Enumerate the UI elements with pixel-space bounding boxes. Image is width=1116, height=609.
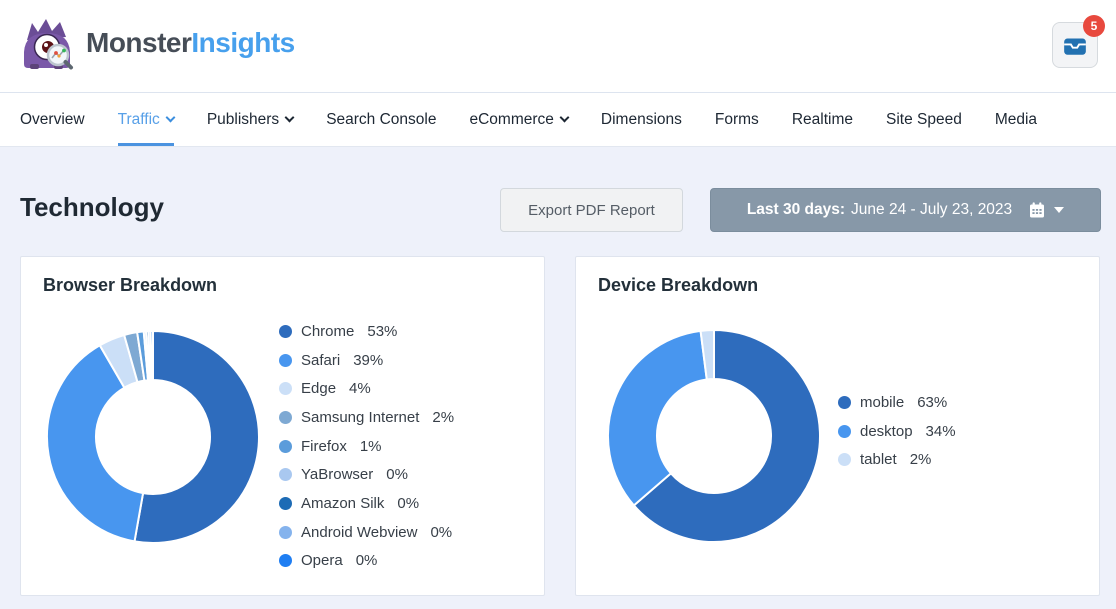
legend-dot-icon [838, 396, 851, 409]
browser-breakdown-card: Browser Breakdown Chrome 53% Safari 39% Edge… [20, 256, 545, 596]
tab-label: eCommerce [469, 111, 553, 129]
legend-label: Opera [301, 552, 343, 569]
legend-label: Samsung Internet [301, 409, 419, 426]
legend-label: desktop [860, 423, 913, 440]
browser-donut-chart [45, 329, 261, 545]
legend-value: 0% [386, 466, 408, 483]
date-range-value: June 24 - July 23, 2023 [851, 201, 1012, 219]
tab-label: Site Speed [886, 111, 962, 129]
legend-dot-icon [279, 468, 292, 481]
legend-value: 34% [926, 423, 956, 440]
legend-dot-icon [279, 382, 292, 395]
legend-dot-icon [279, 526, 292, 539]
legend-item-amazon-silk[interactable]: Amazon Silk 0% [279, 489, 454, 518]
legend-dot-icon [279, 354, 292, 367]
brand-insights-text: Insights [191, 27, 294, 58]
legend-value: 4% [349, 380, 371, 397]
legend-label: mobile [860, 394, 904, 411]
legend-item-chrome[interactable]: Chrome 53% [279, 317, 454, 346]
legend-item-samsung-internet[interactable]: Samsung Internet 2% [279, 403, 454, 432]
tab-label: Publishers [207, 111, 279, 129]
tab-label: Traffic [118, 111, 160, 129]
legend-label: Chrome [301, 323, 354, 340]
tab-media[interactable]: Media [995, 93, 1037, 146]
legend-dot-icon [279, 411, 292, 424]
tab-label: Forms [715, 111, 759, 129]
legend-dot-icon [838, 425, 851, 438]
legend-value: 53% [367, 323, 397, 340]
legend-item-tablet[interactable]: tablet 2% [838, 445, 956, 474]
chevron-down-icon [1054, 207, 1064, 213]
legend-item-opera[interactable]: Opera 0% [279, 547, 454, 576]
tab-dimensions[interactable]: Dimensions [601, 93, 682, 146]
tab-search-console[interactable]: Search Console [326, 93, 436, 146]
inbox-icon [1062, 33, 1088, 57]
tab-overview[interactable]: Overview [20, 93, 85, 146]
legend-value: 63% [917, 394, 947, 411]
legend-label: Android Webview [301, 524, 417, 541]
legend-value: 0% [356, 552, 378, 569]
legend-dot-icon [279, 497, 292, 510]
calendar-icon [1028, 201, 1046, 219]
device-breakdown-card: Device Breakdown mobile 63%desktop 34% tabl… [575, 256, 1100, 596]
device-legend: mobile 63%desktop 34% tablet 2% [838, 388, 956, 474]
legend-item-yabrowser[interactable]: YaBrowser 0% [279, 460, 454, 489]
notifications-inbox-button[interactable]: 5 [1052, 22, 1098, 68]
chevron-down-icon [165, 113, 175, 123]
tab-realtime[interactable]: Realtime [792, 93, 853, 146]
tab-label: Dimensions [601, 111, 682, 129]
tab-publishers[interactable]: Publishers [207, 93, 293, 146]
date-range-picker[interactable]: Last 30 days: June 24 - July 23, 2023 [710, 188, 1101, 232]
legend-dot-icon [279, 554, 292, 567]
tab-forms[interactable]: Forms [715, 93, 759, 146]
technology-report-page: MonsterInsights 5 Overview Traffic Publi… [0, 0, 1116, 609]
legend-item-android-webview[interactable]: Android Webview 0% [279, 518, 454, 547]
brand-monster-text: Monster [86, 27, 191, 58]
legend-label: Amazon Silk [301, 495, 384, 512]
legend-item-safari[interactable]: Safari 39% [279, 346, 454, 375]
legend-value: 39% [353, 352, 383, 369]
legend-value: 2% [432, 409, 454, 426]
monster-mascot-icon [18, 16, 76, 70]
legend-item-mobile[interactable]: mobile 63% [838, 388, 956, 417]
legend-label: Edge [301, 380, 336, 397]
legend-dot-icon [838, 453, 851, 466]
legend-value: 0% [397, 495, 419, 512]
legend-label: Safari [301, 352, 340, 369]
tab-label: Realtime [792, 111, 853, 129]
legend-label: tablet [860, 451, 897, 468]
device-donut-chart [606, 328, 822, 544]
legend-label: Firefox [301, 438, 347, 455]
card-title: Device Breakdown [598, 275, 758, 296]
chevron-down-icon [559, 113, 569, 123]
tab-label: Overview [20, 111, 85, 129]
browser-legend: Chrome 53% Safari 39% Edge 4% Samsung Internet… [279, 317, 454, 575]
card-title: Browser Breakdown [43, 275, 217, 296]
legend-item-edge[interactable]: Edge 4% [279, 374, 454, 403]
tab-ecommerce[interactable]: eCommerce [469, 93, 567, 146]
tab-site-speed[interactable]: Site Speed [886, 93, 962, 146]
brand-wordmark: MonsterInsights [86, 27, 295, 59]
chevron-down-icon [285, 113, 295, 123]
legend-label: YaBrowser [301, 466, 373, 483]
export-pdf-button[interactable]: Export PDF Report [500, 188, 683, 232]
page-title: Technology [20, 192, 164, 223]
legend-value: 0% [430, 524, 452, 541]
legend-value: 1% [360, 438, 382, 455]
date-range-label: Last 30 days: [747, 201, 845, 219]
report-nav-tabs: Overview Traffic Publishers Search Conso… [0, 93, 1116, 147]
tab-label: Media [995, 111, 1037, 129]
donut-slice-desktop[interactable] [608, 331, 707, 506]
legend-dot-icon [279, 325, 292, 338]
tab-traffic[interactable]: Traffic [118, 93, 174, 146]
legend-item-desktop[interactable]: desktop 34% [838, 417, 956, 446]
tab-label: Search Console [326, 111, 436, 129]
legend-value: 2% [910, 451, 932, 468]
legend-item-firefox[interactable]: Firefox 1% [279, 432, 454, 461]
monsterinsights-logo[interactable]: MonsterInsights [18, 16, 295, 70]
legend-dot-icon [279, 440, 292, 453]
app-header: MonsterInsights 5 [0, 0, 1116, 93]
donut-slice-opera[interactable] [151, 331, 153, 380]
notification-count-badge: 5 [1083, 15, 1105, 37]
